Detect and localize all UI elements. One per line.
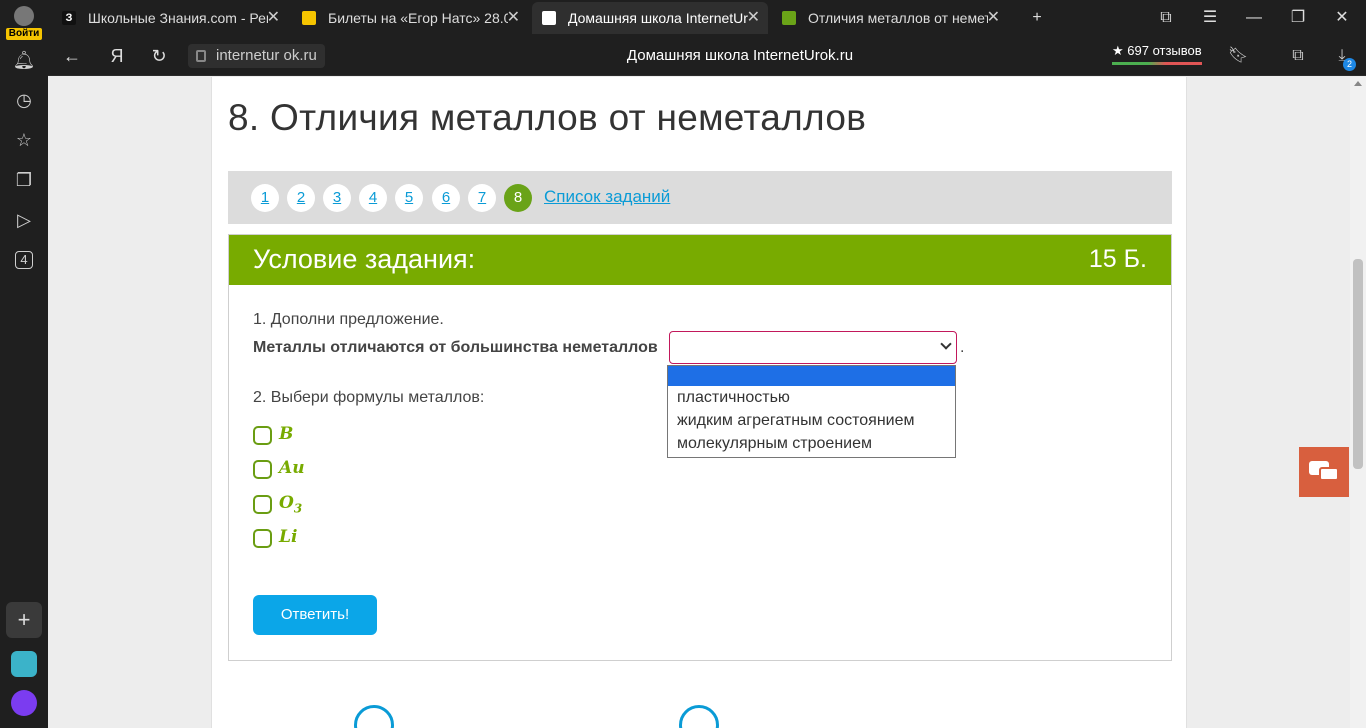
page-scrollbar[interactable]: [1350, 77, 1366, 728]
notes-count-icon[interactable]: 4: [12, 248, 36, 272]
pager-item-7[interactable]: 7: [468, 184, 496, 212]
pager-item-1[interactable]: 1: [251, 184, 279, 212]
pager-item-5[interactable]: 5: [395, 184, 423, 212]
play-icon[interactable]: ▷: [12, 208, 36, 232]
internetur ok-favicon-icon: [542, 11, 556, 25]
answer-select[interactable]: [669, 331, 957, 364]
tab-internetur ok-home[interactable]: Домашняя школа InternetUrok ✕: [532, 2, 768, 34]
formula-option-li[interactable]: Li: [253, 527, 453, 549]
dropdown-option-molecular-structure[interactable]: молекулярным строением: [668, 432, 955, 455]
plus-icon: +: [1032, 9, 1042, 26]
close-tab-icon[interactable]: ✕: [507, 2, 520, 34]
rating-bar: [1112, 62, 1202, 65]
lock-icon: [196, 50, 206, 62]
task-pager: 1 2 3 4 5 6 7 8 Список заданий: [228, 171, 1172, 224]
answer-dropdown-list: пластичностью жидким агрегатным состояни…: [667, 365, 956, 458]
question-2-title: 2. Выбери формулы металлов:: [253, 389, 485, 406]
dropdown-option-liquid-state[interactable]: жидким агрегатным состоянием: [668, 409, 955, 432]
dropdown-option-plasticity[interactable]: пластичностью: [668, 386, 955, 409]
collections-sidebar-icon[interactable]: ❐: [12, 168, 36, 192]
checkbox[interactable]: [253, 529, 272, 548]
downloads-count-badge: 2: [1343, 58, 1356, 71]
reviews-badge[interactable]: ★ 697 отзывов: [1112, 42, 1202, 65]
formula-option-au[interactable]: Au: [253, 458, 453, 480]
page-title-in-bar: Домашняя школа InternetUrok.ru: [626, 47, 854, 64]
checkbox[interactable]: [253, 426, 272, 445]
checkbox[interactable]: [253, 460, 272, 479]
new-tab-button[interactable]: +: [1017, 0, 1057, 36]
close-tab-icon[interactable]: ✕: [267, 2, 280, 34]
login-label: Войти: [6, 28, 42, 40]
back-nav-icon[interactable]: [354, 705, 394, 728]
formula-label: B: [279, 424, 294, 444]
chevron-down-icon: [940, 338, 952, 350]
formula-label: Au: [279, 458, 305, 478]
tab-title: Домашняя школа InternetUrok: [568, 10, 748, 26]
task-list-link[interactable]: Список заданий: [544, 187, 670, 207]
close-tab-icon[interactable]: ✕: [987, 2, 1000, 34]
tabs-menu-icon[interactable]: ⧉: [1146, 0, 1186, 36]
close-tab-icon[interactable]: ✕: [747, 2, 760, 34]
profile-button[interactable]: Войти: [6, 4, 42, 40]
hamburger-menu-icon[interactable]: ☰: [1190, 0, 1230, 36]
chat-bubble-icon: [1319, 467, 1339, 481]
add-panel-button[interactable]: +: [6, 602, 42, 638]
collections-icon[interactable]: ⧉: [1286, 44, 1310, 68]
tab-bilety[interactable]: Билеты на «Егор Натс» 28.0 ✕: [292, 2, 528, 34]
bell-icon[interactable]: 🔔︎: [12, 48, 36, 72]
scrollbar-thumb[interactable]: [1353, 259, 1363, 469]
avatar: [14, 6, 34, 26]
tab-title: Билеты на «Егор Натс» 28.0: [328, 10, 508, 26]
tab-shkolnye-znaniya[interactable]: З Школьные Знания.com - Реш ✕: [52, 2, 288, 34]
bookmark-icon[interactable]: 🔖︎: [1226, 44, 1250, 68]
back-arrow-icon[interactable]: ←: [58, 44, 86, 68]
answer-button[interactable]: Ответить!: [253, 595, 377, 635]
url-field[interactable]: internetur ok.ru: [188, 44, 325, 68]
formula-option-o3[interactable]: O3: [253, 493, 453, 515]
pager-item-3[interactable]: 3: [323, 184, 351, 212]
dropdown-option-empty[interactable]: [668, 366, 955, 386]
url-text: internetur ok.ru: [216, 47, 317, 64]
task-header: Условие задания: 15 Б.: [229, 235, 1171, 285]
page-title: 8. Отличия металлов от неметаллов: [228, 97, 867, 138]
pager-item-4[interactable]: 4: [359, 184, 387, 212]
alice-assistant-icon[interactable]: [11, 690, 37, 716]
znaniya-favicon-icon: З: [62, 11, 76, 25]
sentence-end: .: [960, 339, 965, 356]
ticket-favicon-icon: [302, 11, 316, 25]
tab-metals[interactable]: Отличия металлов от немета ✕: [772, 2, 1008, 34]
book-favicon-icon: [782, 11, 796, 25]
formula-option-b[interactable]: B: [253, 424, 453, 446]
yandex-icon[interactable]: Я: [103, 44, 131, 68]
restore-icon[interactable]: ❐: [1278, 0, 1318, 36]
tab-bar: З Школьные Знания.com - Реш ✕ Билеты на …: [0, 0, 1366, 36]
pager-item-8-current[interactable]: 8: [504, 184, 532, 212]
reviews-text: ★ 697 отзывов: [1112, 43, 1202, 58]
checkbox[interactable]: [253, 495, 272, 514]
question-1-title: 1. Дополни предложение.: [253, 311, 444, 328]
up-nav-icon[interactable]: [679, 705, 719, 728]
tab-title: Отличия металлов от немета: [808, 10, 988, 26]
formula-label: Li: [279, 527, 298, 547]
close-window-icon[interactable]: ✕: [1322, 0, 1362, 36]
minimize-icon[interactable]: —: [1234, 0, 1274, 36]
reload-icon[interactable]: ↻: [145, 44, 173, 68]
browser-sidebar: Войти 🔔︎ ◷ ☆ ❐ ▷ 4 +: [0, 0, 48, 728]
pager-item-6[interactable]: 6: [432, 184, 460, 212]
tab-title: Школьные Знания.com - Реш: [88, 10, 268, 26]
scroll-up-icon[interactable]: [1354, 81, 1362, 86]
chat-button[interactable]: [1299, 447, 1349, 497]
messenger-app-icon[interactable]: [11, 651, 37, 677]
history-icon[interactable]: ◷: [12, 88, 36, 112]
task-header-title: Условие задания:: [253, 244, 476, 274]
star-icon[interactable]: ☆: [12, 128, 36, 152]
question-1-sentence: Металлы отличаются от большинства немета…: [253, 339, 658, 356]
formula-label: O3: [279, 493, 303, 516]
task-points: 15 Б.: [1088, 245, 1147, 273]
pager-item-2[interactable]: 2: [287, 184, 315, 212]
